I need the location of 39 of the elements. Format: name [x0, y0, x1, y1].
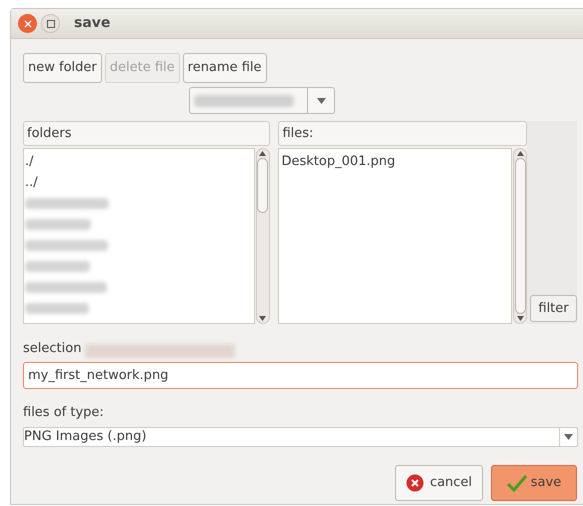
cancel-button[interactable]: cancel — [395, 464, 483, 500]
checkmark-icon — [506, 474, 527, 492]
cancel-icon — [406, 474, 424, 492]
blurred-folder-item[interactable] — [25, 303, 89, 314]
folder-item[interactable]: ./ — [25, 151, 253, 172]
blurred-folder-item[interactable] — [25, 282, 107, 293]
close-button[interactable] — [18, 14, 37, 33]
folder-item[interactable]: ../ — [25, 172, 253, 193]
file-item[interactable]: Desktop_001.png — [281, 151, 509, 172]
scroll-up-icon[interactable] — [516, 151, 524, 156]
scroll-down-icon[interactable] — [259, 316, 266, 321]
toolbar-button[interactable]: new folder — [23, 53, 102, 83]
scroll-down-icon[interactable] — [516, 316, 524, 321]
scrollbar[interactable] — [256, 148, 270, 324]
blurred-folder-item[interactable] — [25, 261, 90, 272]
path-combo[interactable] — [189, 87, 335, 114]
folders-header: folders — [23, 121, 270, 146]
scroll-up-icon[interactable] — [259, 151, 266, 156]
files-header: files: — [278, 121, 527, 146]
file-type-label: files of type: — [23, 404, 105, 422]
filename-field[interactable]: my_first_network.png — [23, 362, 578, 389]
file-type-combo[interactable]: PNG Images (.png) — [23, 426, 578, 446]
dropdown-arrow-icon — [564, 434, 573, 440]
filter-button[interactable]: filter — [530, 295, 577, 322]
maximize-button[interactable] — [41, 14, 60, 33]
scroll-thumb[interactable] — [257, 158, 268, 213]
blurred-folder-item[interactable] — [25, 240, 108, 251]
selection-label: selection — [23, 340, 82, 358]
blurred-folder-item[interactable] — [25, 219, 91, 230]
file-type-value: PNG Images (.png) — [24, 428, 148, 446]
blurred-folder-item[interactable] — [25, 198, 109, 209]
scrollbar[interactable] — [513, 148, 527, 324]
close-icon — [24, 20, 32, 28]
scroll-thumb[interactable] — [514, 158, 526, 314]
save-button[interactable]: save — [491, 464, 577, 500]
dropdown-arrow-icon — [316, 98, 326, 104]
toolbar-button[interactable]: rename file — [182, 53, 266, 83]
window-title: save — [74, 14, 110, 33]
maximize-icon — [46, 20, 54, 28]
